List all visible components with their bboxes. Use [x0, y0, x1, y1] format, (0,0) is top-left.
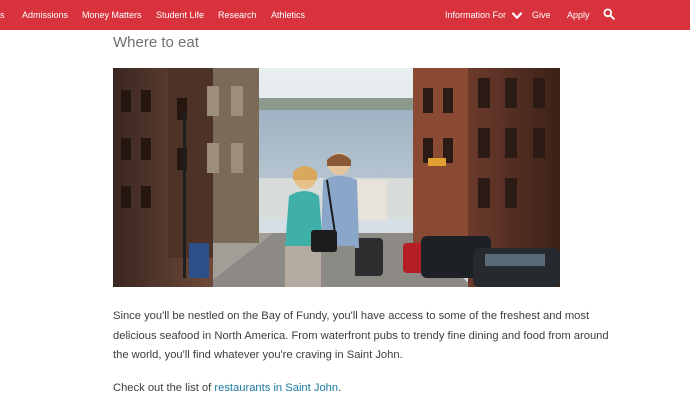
nav-item-athletics[interactable]: Athletics: [271, 8, 305, 22]
nav-item-apply[interactable]: Apply: [567, 8, 590, 22]
top-navigation-bar: s Admissions Money Matters Student Life …: [0, 0, 690, 30]
cta-suffix: .: [338, 382, 342, 394]
restaurants-link[interactable]: restaurants in Saint John: [214, 382, 338, 394]
cta-paragraph: Check out the list of restaurants in Sai…: [113, 379, 341, 398]
information-for-label: Information For: [445, 10, 507, 20]
body-paragraph: Since you'll be nestled on the Bay of Fu…: [113, 310, 609, 361]
nav-item-admissions[interactable]: Admissions: [22, 8, 68, 22]
search-icon[interactable]: [603, 8, 615, 20]
nav-item-give[interactable]: Give: [532, 8, 551, 22]
nav-item-research[interactable]: Research: [218, 8, 257, 22]
section-heading: Where to eat: [113, 34, 199, 51]
information-for-dropdown[interactable]: Information For: [445, 8, 522, 22]
chevron-down-icon: [511, 12, 522, 19]
cta-prefix: Check out the list of: [113, 382, 215, 394]
street-photo: [113, 68, 560, 287]
nav-item-truncated[interactable]: s: [0, 8, 5, 22]
nav-item-money-matters[interactable]: Money Matters: [82, 8, 142, 22]
nav-item-student-life[interactable]: Student Life: [156, 8, 204, 22]
